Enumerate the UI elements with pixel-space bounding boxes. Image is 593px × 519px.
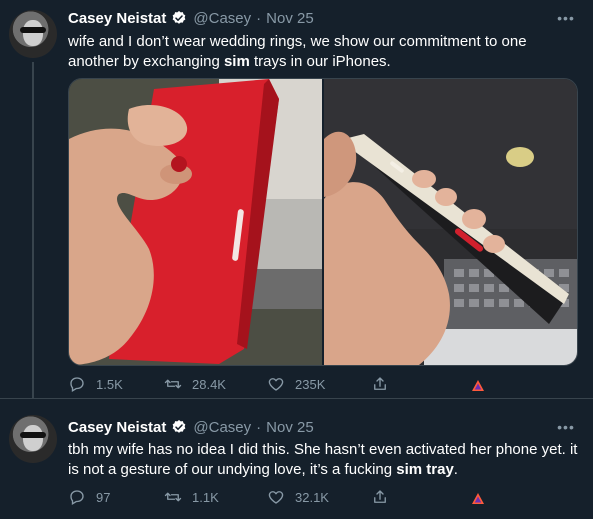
white-iphone-illustration [324, 79, 577, 365]
author-name[interactable]: Casey Neistat [68, 10, 166, 27]
reply-button[interactable]: 97 [68, 488, 164, 506]
avatar[interactable] [9, 415, 57, 463]
brave-icon[interactable] [471, 492, 485, 506]
verified-badge-icon [173, 420, 186, 433]
share-button[interactable] [371, 488, 399, 506]
avatar[interactable] [9, 10, 57, 58]
more-icon[interactable]: ••• [557, 420, 575, 434]
like-count: 32.1K [295, 489, 329, 505]
share-button[interactable] [371, 375, 399, 393]
retweet-icon [164, 379, 182, 389]
heart-icon [268, 378, 284, 391]
tweet-header: Casey Neistat @Casey · Nov 25 [68, 8, 314, 28]
photo-white-iphone[interactable] [324, 79, 577, 365]
thread-line [32, 62, 34, 398]
more-icon[interactable]: ••• [557, 11, 575, 25]
tweet-1[interactable]: Casey Neistat @Casey · Nov 25 ••• wife a… [0, 0, 593, 398]
separator: · [256, 418, 262, 436]
reply-count: 1.5K [96, 376, 123, 392]
text-segment: tbh my wife has no idea I did this. She … [68, 441, 578, 478]
author-handle[interactable]: @Casey [193, 419, 251, 436]
verified-badge-icon [173, 11, 186, 24]
tweet-text: wife and I don’t wear wedding rings, we … [68, 32, 578, 72]
separator: · [256, 9, 262, 27]
retweet-icon [164, 492, 182, 502]
author-name[interactable]: Casey Neistat [68, 419, 166, 436]
heart-icon [268, 491, 284, 504]
tweet-actions: 97 1.1K 32.1K [68, 487, 508, 507]
retweet-button[interactable]: 1.1K [164, 488, 267, 506]
tweet-actions: 1.5K 28.4K 235K [68, 374, 508, 394]
photo-red-iphone[interactable] [69, 79, 322, 365]
share-icon [374, 377, 386, 390]
reply-icon [70, 377, 84, 392]
tweet-date[interactable]: Nov 25 [266, 10, 314, 27]
text-segment-bold: sim [223, 53, 250, 70]
reply-count: 97 [96, 489, 111, 505]
author-handle[interactable]: @Casey [193, 10, 251, 27]
brave-icon[interactable] [471, 379, 485, 393]
tweet-date[interactable]: Nov 25 [266, 419, 314, 436]
tweet-2[interactable]: Casey Neistat @Casey · Nov 25 ••• tbh my… [0, 398, 593, 519]
retweet-button[interactable]: 28.4K [164, 375, 267, 393]
text-segment: trays in our iPhones. [249, 53, 391, 70]
reply-icon [70, 490, 84, 505]
retweet-count: 28.4K [192, 376, 226, 392]
red-iphone-illustration [69, 79, 322, 365]
tweet-text: tbh my wife has no idea I did this. She … [68, 440, 583, 480]
reply-button[interactable]: 1.5K [68, 375, 164, 393]
retweet-count: 1.1K [192, 489, 219, 505]
share-icon [374, 490, 386, 503]
like-button[interactable]: 32.1K [267, 488, 371, 506]
like-button[interactable]: 235K [267, 375, 371, 393]
like-count: 235K [295, 376, 326, 392]
tweet-header: Casey Neistat @Casey · Nov 25 [68, 417, 314, 437]
tweet-media[interactable] [68, 78, 578, 366]
text-segment-bold: sim tray [396, 461, 454, 478]
text-segment: . [453, 461, 458, 478]
